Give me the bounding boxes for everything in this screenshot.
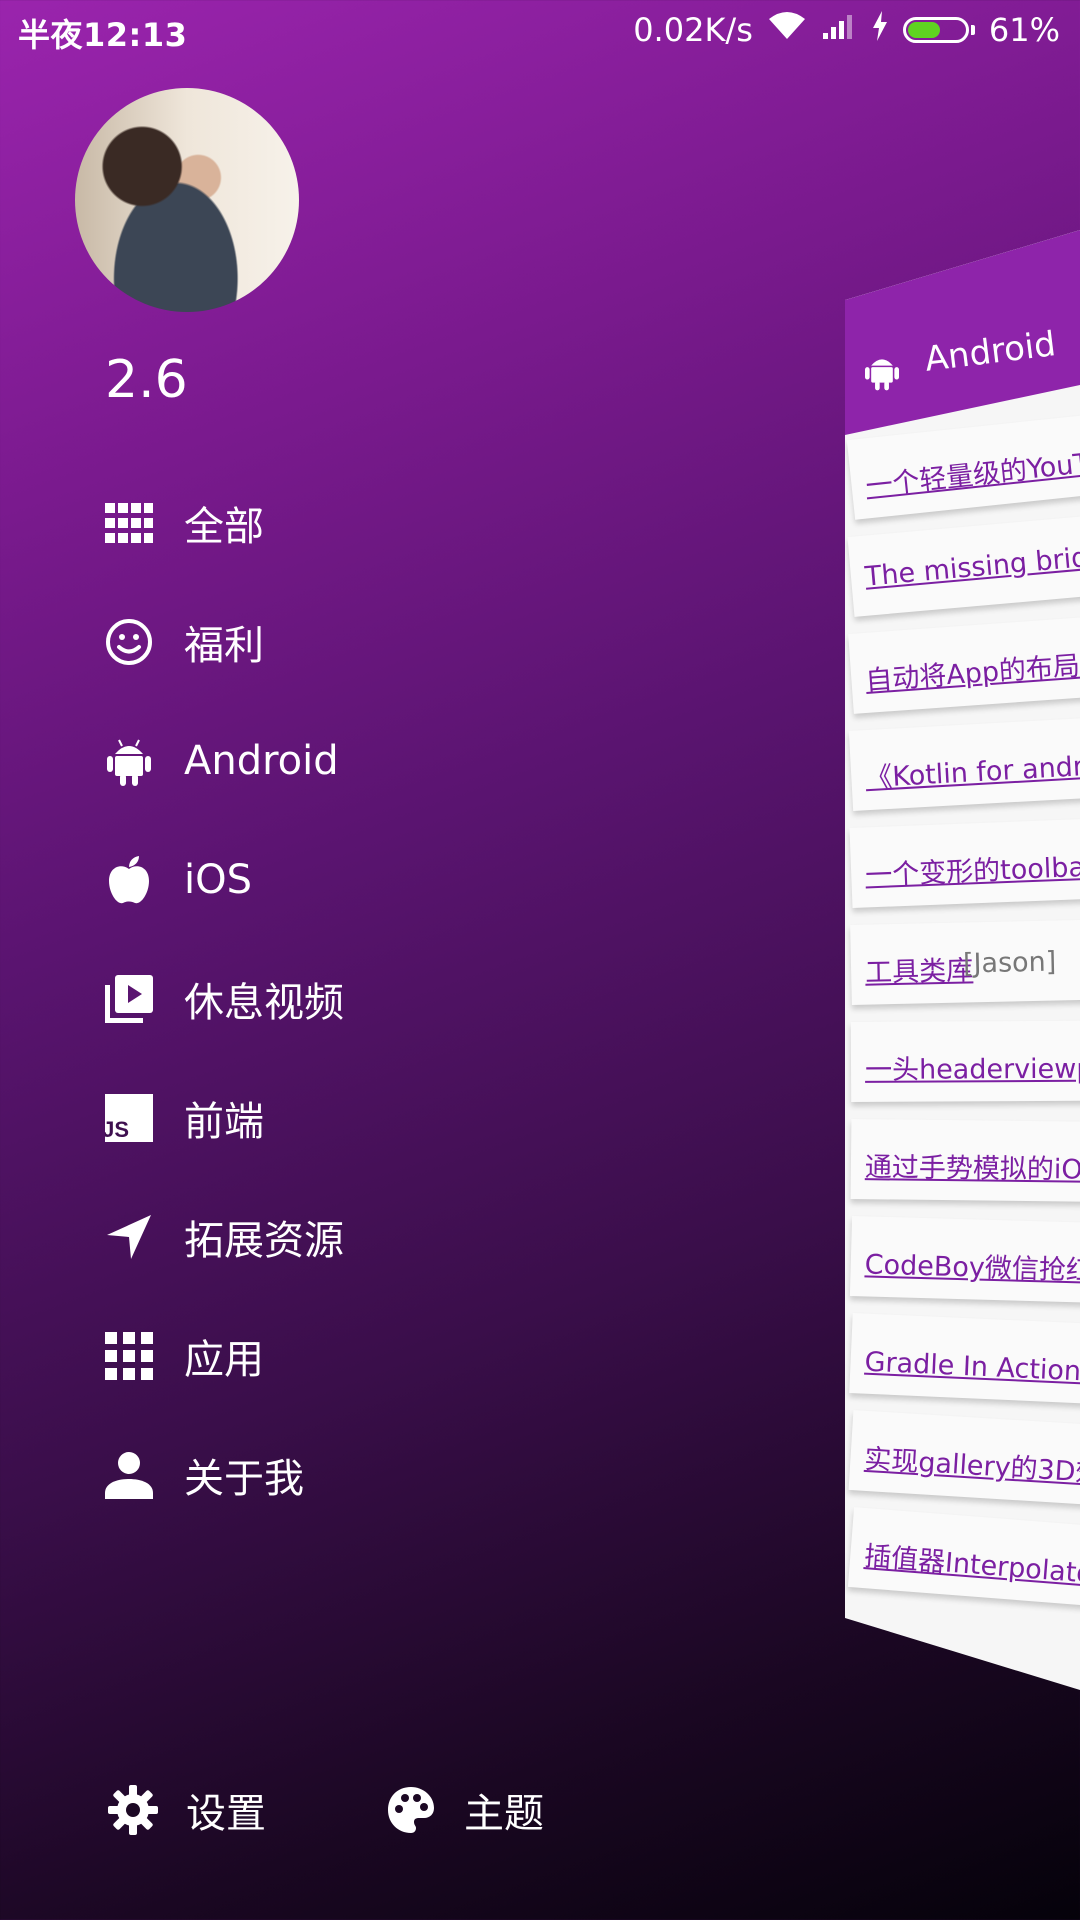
js-icon: JS bbox=[104, 1093, 154, 1143]
menu-item-about[interactable]: 关于我 bbox=[104, 1440, 304, 1510]
main-content-preview[interactable]: 一个轻量级的YouT The missing bridg 自动将App的布局 《Kot… bbox=[845, 230, 1080, 1690]
wifi-icon bbox=[767, 11, 807, 49]
list-item[interactable]: 通过手势模拟的iO bbox=[850, 1119, 1080, 1202]
list-item-title[interactable]: 自动将App的布局 bbox=[864, 644, 1080, 698]
menu-item-welfare[interactable]: 福利 bbox=[104, 607, 264, 677]
charging-icon bbox=[871, 11, 889, 49]
palette-icon bbox=[386, 1785, 436, 1835]
menu-item-label: 拓展资源 bbox=[184, 1218, 344, 1264]
svg-text:JS: JS bbox=[105, 1117, 129, 1142]
theme-button[interactable]: 主题 bbox=[386, 1775, 544, 1845]
menu-item-label: iOS bbox=[184, 857, 252, 903]
grid-icon bbox=[104, 498, 154, 548]
smiley-icon bbox=[104, 617, 154, 667]
list-item[interactable]: CodeBoy微信抢红 bbox=[849, 1216, 1080, 1303]
menu-item-label: 休息视频 bbox=[184, 980, 344, 1026]
menu-item-label: 应用 bbox=[184, 1337, 264, 1383]
list-item-author: [Jason] bbox=[962, 946, 1057, 980]
list-item[interactable]: Gradle In Action 的 bbox=[849, 1313, 1080, 1404]
list-item-title[interactable]: 一头headerviewpa bbox=[865, 1047, 1080, 1087]
list-item-title[interactable]: 一个轻量级的YouT bbox=[863, 441, 1080, 503]
list-item[interactable]: 自动将App的布局 bbox=[848, 616, 1080, 714]
toolbar-title: Android bbox=[922, 324, 1058, 380]
list-item[interactable]: 《Kotlin for androi bbox=[848, 717, 1080, 811]
menu-item-resources[interactable]: 拓展资源 bbox=[104, 1202, 344, 1272]
android-icon bbox=[104, 736, 154, 786]
avatar[interactable] bbox=[75, 88, 299, 312]
list-item-title[interactable]: 工具类库 bbox=[865, 948, 974, 989]
list-item-title[interactable]: Gradle In Action 的 bbox=[864, 1340, 1080, 1390]
navigation-arrow-icon bbox=[104, 1212, 154, 1262]
gear-icon bbox=[108, 1785, 158, 1835]
menu-item-apps[interactable]: 应用 bbox=[104, 1321, 264, 1391]
apps-icon bbox=[104, 1331, 154, 1381]
menu-item-frontend[interactable]: JS 前端 bbox=[104, 1083, 264, 1153]
battery-icon bbox=[902, 17, 975, 43]
list-item[interactable]: 实现gallery的3D效 bbox=[848, 1410, 1080, 1505]
menu-item-android[interactable]: Android bbox=[104, 726, 339, 796]
list-item-title[interactable]: The missing bridg bbox=[864, 541, 1080, 593]
list-item-title[interactable]: 通过手势模拟的iO bbox=[865, 1145, 1080, 1186]
person-icon bbox=[104, 1450, 154, 1500]
list-item[interactable]: 工具类库 [Jason] bbox=[850, 919, 1080, 1005]
apple-icon bbox=[104, 855, 154, 905]
list-item-title[interactable]: 插值器Interpolator bbox=[863, 1534, 1080, 1592]
network-speed: 0.02K/s bbox=[633, 11, 753, 49]
settings-button[interactable]: 设置 bbox=[108, 1775, 266, 1845]
signal-icon bbox=[821, 11, 857, 49]
menu-item-label: 福利 bbox=[184, 623, 264, 669]
list-item-title[interactable]: 一个变形的toolbar bbox=[864, 845, 1080, 893]
list-item[interactable]: 一个变形的toolbar bbox=[849, 818, 1080, 908]
menu-item-label: 关于我 bbox=[184, 1456, 304, 1502]
menu-item-videos[interactable]: 休息视频 bbox=[104, 964, 344, 1034]
article-list: 一个轻量级的YouT The missing bridg 自动将App的布局 《Kot… bbox=[845, 230, 1080, 1690]
list-item[interactable]: 一个轻量级的YouT bbox=[846, 415, 1080, 520]
status-indicators: 0.02K/s 61% bbox=[633, 10, 1060, 50]
list-item[interactable]: 一头headerviewpa bbox=[850, 1020, 1080, 1102]
android-icon bbox=[865, 350, 899, 396]
menu-item-all[interactable]: 全部 bbox=[104, 488, 264, 558]
list-item-title[interactable]: CodeBoy微信抢红 bbox=[864, 1242, 1080, 1287]
list-item[interactable]: 插值器Interpolator bbox=[847, 1507, 1080, 1606]
menu-item-label: 前端 bbox=[184, 1099, 264, 1145]
theme-label: 主题 bbox=[464, 1791, 544, 1837]
menu-item-label: 全部 bbox=[184, 504, 264, 550]
status-bar: 半夜12:13 0.02K/s 61% bbox=[0, 0, 1080, 60]
status-time: 半夜12:13 bbox=[18, 16, 188, 54]
battery-percent: 61% bbox=[988, 11, 1060, 49]
settings-label: 设置 bbox=[186, 1791, 266, 1837]
list-item-title[interactable]: 实现gallery的3D效 bbox=[863, 1437, 1080, 1490]
list-item[interactable]: The missing bridg bbox=[847, 516, 1080, 617]
menu-item-label: Android bbox=[184, 738, 339, 784]
list-item-title[interactable]: 《Kotlin for androi bbox=[864, 743, 1080, 795]
menu-item-ios[interactable]: iOS bbox=[104, 845, 252, 915]
app-version: 2.6 bbox=[105, 350, 188, 410]
video-library-icon bbox=[104, 974, 154, 1024]
